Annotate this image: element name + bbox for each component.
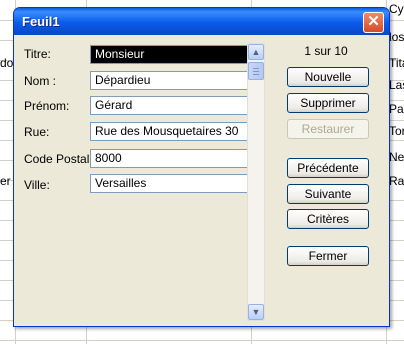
record-counter: 1 sur 10 xyxy=(304,44,348,58)
code-postal-field[interactable]: 8000 xyxy=(90,149,248,168)
criteres-button[interactable]: Critères xyxy=(287,209,369,229)
sheet-cell[interactable]: Las xyxy=(389,78,404,92)
grip-line xyxy=(253,74,259,75)
grip-line xyxy=(253,68,259,69)
label-nom: Nom : xyxy=(24,74,57,88)
sheet-cell[interactable]: er xyxy=(0,174,13,188)
label-ville: Ville: xyxy=(24,178,50,192)
fermer-button[interactable]: Fermer xyxy=(287,246,369,266)
sheet-cell[interactable]: Tor xyxy=(389,124,404,138)
label-code-postal: Code Postal: xyxy=(24,152,93,166)
restaurer-button: Restaurer xyxy=(287,119,369,139)
sheet-cell[interactable]: Nev xyxy=(389,150,404,164)
sheet-cell[interactable]: Tita xyxy=(389,56,404,70)
sheet-cell[interactable]: Par xyxy=(389,102,404,116)
dialog-title: Feuil1 xyxy=(22,14,60,29)
chevron-up-icon: ▲ xyxy=(251,47,261,57)
label-prenom: Prénom: xyxy=(24,99,70,113)
grid-line xyxy=(0,340,404,341)
title-bar[interactable]: Feuil1 ✕ xyxy=(14,8,389,35)
supprimer-button[interactable]: Supprimer xyxy=(287,93,369,113)
titre-field[interactable]: Monsieur xyxy=(90,45,248,64)
scroll-up-button[interactable]: ▲ xyxy=(248,44,264,60)
prenom-field[interactable]: Gérard xyxy=(90,96,248,115)
ville-field[interactable]: Versailles xyxy=(90,174,248,193)
nom-field[interactable]: Dépardieu xyxy=(90,71,248,90)
close-button[interactable]: ✕ xyxy=(363,12,384,33)
suivante-button[interactable]: Suivante xyxy=(287,184,369,204)
record-scrollbar[interactable]: ▲ ▼ xyxy=(247,43,265,321)
precedente-button[interactable]: Précédente xyxy=(287,158,369,178)
label-rue: Rue: xyxy=(24,125,50,139)
sheet-cell[interactable]: do xyxy=(0,56,13,70)
label-titre: Titre: xyxy=(24,47,51,61)
sheet-cell[interactable]: Cyb xyxy=(389,2,404,16)
sheet-cell[interactable]: Rar xyxy=(389,174,404,188)
data-form-dialog: Feuil1 ✕ Titre: Monsieur Nom : Dépardieu… xyxy=(13,7,390,327)
nouvelle-button[interactable]: Nouvelle xyxy=(287,67,369,87)
chevron-down-icon: ▼ xyxy=(251,307,261,317)
close-icon: ✕ xyxy=(367,13,380,30)
scroll-down-button[interactable]: ▼ xyxy=(248,304,264,320)
rue-field[interactable]: Rue des Mousquetaires 30 xyxy=(90,122,248,141)
sheet-cell[interactable]: los xyxy=(389,30,404,44)
grip-line xyxy=(253,71,259,72)
scroll-thumb[interactable] xyxy=(248,62,264,80)
